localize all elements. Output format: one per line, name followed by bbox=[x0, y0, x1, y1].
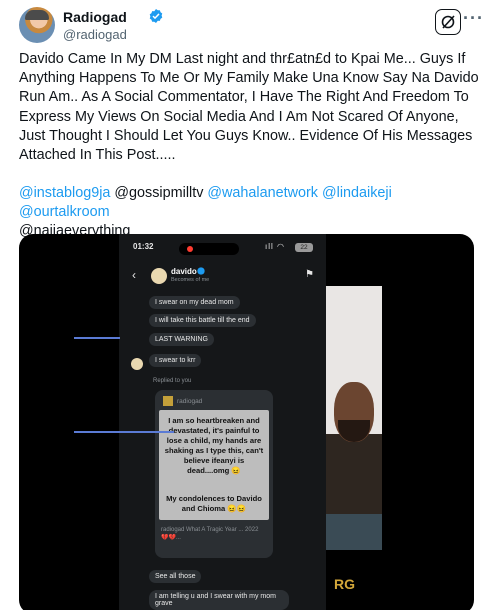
contact-name: davido bbox=[171, 267, 197, 276]
quoted-text: I am so heartbreaken and devastated, it'… bbox=[164, 416, 264, 475]
chat-message: I will take this battle till the end bbox=[149, 314, 256, 327]
replied-label: Replied to you bbox=[153, 378, 192, 384]
quoted-handle: radiogad bbox=[177, 398, 203, 405]
chat-header: ‹ davido Becomes of me ⚑ bbox=[119, 266, 326, 288]
mention-link[interactable]: @wahalanetwork bbox=[207, 185, 318, 201]
annotation-line bbox=[74, 431, 174, 433]
crown-logo: RG bbox=[334, 576, 355, 592]
quoted-footer: radiogad What A Tragic Year ... 2022 💔💔.… bbox=[161, 527, 259, 541]
author-handle[interactable]: @radiogad bbox=[63, 27, 127, 42]
battery-icon: 22 bbox=[295, 243, 313, 252]
contact-avatar bbox=[151, 268, 167, 284]
mention-text: @gossipmilltv bbox=[114, 185, 204, 201]
verified-badge-icon bbox=[197, 267, 205, 275]
mention-link[interactable]: @ourtalkroom bbox=[19, 204, 110, 220]
chat-message: LAST WARNING bbox=[149, 333, 214, 346]
chat-message: I swear to krr bbox=[149, 354, 202, 367]
mention-link[interactable]: @lindaikeji bbox=[322, 185, 392, 201]
chat-message: See all those bbox=[149, 570, 202, 583]
tweet-text: Davido Came In My DM Last night and thr£… bbox=[19, 51, 479, 164]
status-bar: 01:32 ıll ◠ 22 bbox=[119, 242, 326, 256]
quoted-image: I am so heartbreaken and devastated, it'… bbox=[159, 410, 269, 520]
back-icon: ‹ bbox=[132, 268, 136, 282]
flag-icon: ⚑ bbox=[305, 269, 314, 280]
side-photo: RG bbox=[326, 234, 382, 610]
signal-wifi-icon: ıll ◠ bbox=[265, 242, 285, 251]
mentions-line: @instablog9ja @gossipmilltv @wahalanetwo… bbox=[19, 184, 481, 242]
chat-message: I am telling u and I swear with my mom g… bbox=[149, 590, 289, 610]
author-name[interactable]: Radiogad bbox=[63, 9, 127, 25]
chat-message: I swear on my dead mom bbox=[149, 296, 240, 309]
contact-subtitle: Becomes of me bbox=[171, 277, 210, 283]
grok-button[interactable] bbox=[435, 9, 461, 35]
quoted-post: radiogad I am so heartbreaken and devast… bbox=[155, 390, 273, 558]
tweet-card[interactable]: Radiogad @radiogad ··· Davido Came In My… bbox=[5, 0, 489, 610]
phone-screenshot: 01:32 ıll ◠ 22 ‹ davido Becomes of me ⚑ … bbox=[119, 234, 326, 610]
attached-media[interactable]: 01:32 ıll ◠ 22 ‹ davido Becomes of me ⚑ … bbox=[19, 234, 474, 610]
contact-avatar-small bbox=[131, 358, 143, 370]
more-options-icon[interactable]: ··· bbox=[463, 8, 484, 29]
verified-badge-icon bbox=[149, 9, 163, 23]
grok-icon bbox=[441, 15, 455, 29]
quoted-text-condolence: My condolences to Davido and Chioma 😖😖 bbox=[166, 494, 262, 513]
annotation-line bbox=[74, 337, 120, 339]
avatar[interactable] bbox=[19, 7, 55, 43]
dynamic-island bbox=[179, 243, 239, 255]
mention-link[interactable]: @instablog9ja bbox=[19, 185, 110, 201]
radiogad-logo-icon bbox=[163, 396, 173, 406]
status-time: 01:32 bbox=[133, 242, 154, 251]
